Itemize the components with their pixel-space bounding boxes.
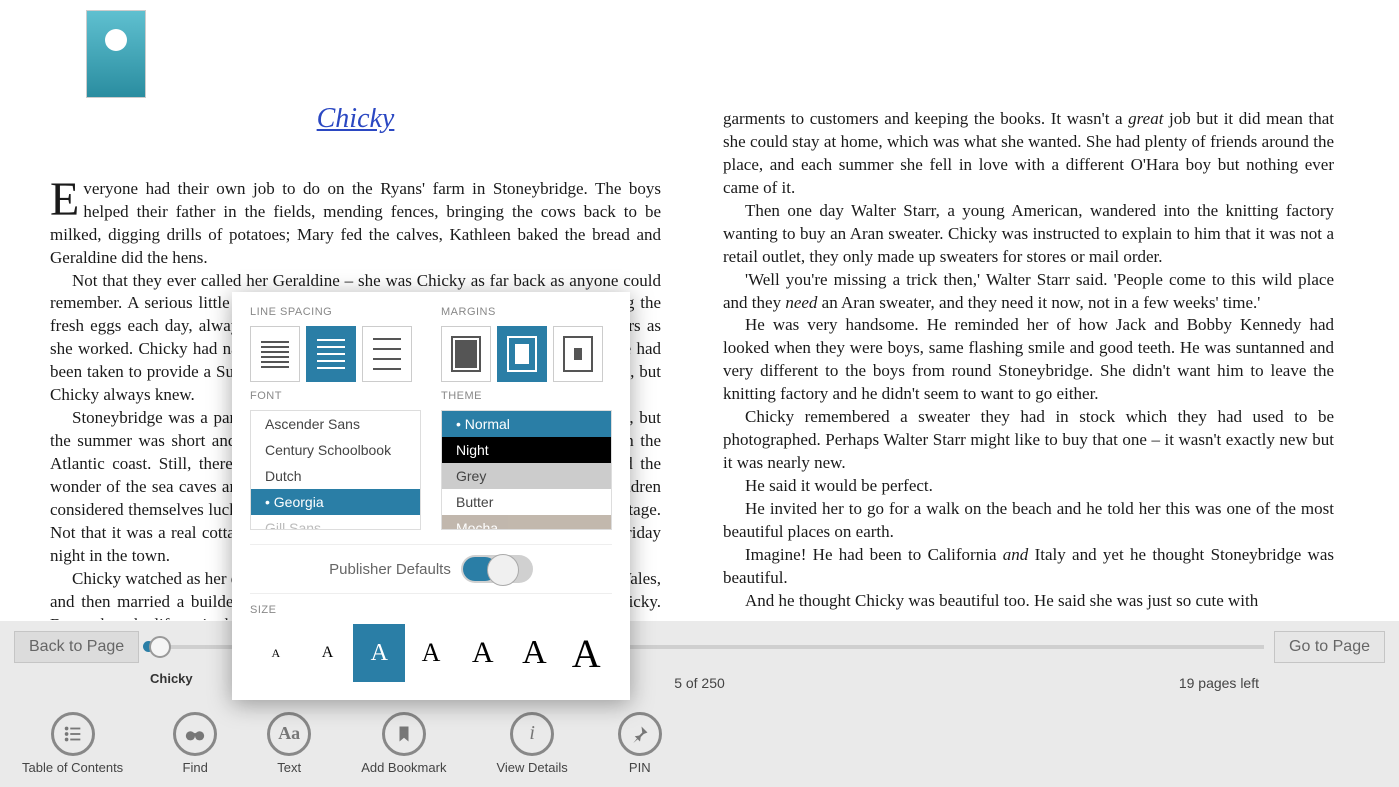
size-xs[interactable]: A [250, 624, 302, 682]
paragraph: And he thought Chicky was beautiful too.… [723, 590, 1334, 613]
margin-wide[interactable] [553, 326, 603, 382]
go-to-page-button[interactable]: Go to Page [1274, 631, 1385, 663]
size-xl[interactable]: A [457, 624, 509, 682]
bookmark-add-icon [382, 712, 426, 756]
pin-icon [618, 712, 662, 756]
theme-mocha[interactable]: Mocha [442, 515, 611, 530]
label: View Details [496, 760, 567, 775]
pin-button[interactable]: PIN [618, 712, 662, 775]
paragraph: He was very handsome. He reminded her of… [723, 314, 1334, 406]
font-option[interactable]: Century Schoolbook [251, 437, 420, 463]
back-to-page-button[interactable]: Back to Page [14, 631, 139, 663]
binoculars-icon [173, 712, 217, 756]
paragraph: Then one day Walter Starr, a young Ameri… [723, 200, 1334, 269]
line-spacing-tight[interactable] [250, 326, 300, 382]
label: Text [277, 760, 301, 775]
font-list[interactable]: Ascender Sans Century Schoolbook Dutch G… [250, 410, 421, 530]
size-l[interactable]: A [405, 624, 457, 682]
pages-left: 19 pages left [1179, 675, 1259, 691]
paragraph: He invited her to go for a walk on the b… [723, 498, 1334, 544]
font-option[interactable]: Ascender Sans [251, 411, 420, 437]
paragraph: 'Well you're missing a trick then,' Walt… [723, 270, 1334, 312]
size-xxxl[interactable]: A [560, 624, 612, 682]
find-button[interactable]: Find [173, 712, 217, 775]
theme-night[interactable]: Night [442, 437, 611, 463]
label: Add Bookmark [361, 760, 446, 775]
bottom-toolbar: Table of Contents Find Aa Text Add Bookm… [0, 699, 1399, 787]
toc-button[interactable]: Table of Contents [22, 712, 123, 775]
theme-label: THEME [441, 390, 612, 402]
size-label: SIZE [250, 604, 612, 616]
list-icon [51, 712, 95, 756]
line-spacing-normal[interactable] [306, 326, 356, 382]
label: Table of Contents [22, 760, 123, 775]
font-label: FONT [250, 390, 421, 402]
size-m-selected[interactable]: A [353, 624, 405, 682]
paragraph: veryone had their own job to do on the R… [50, 179, 661, 267]
slider-thumb[interactable] [149, 636, 171, 658]
label: PIN [629, 760, 651, 775]
paragraph: He said it would be perfect. [723, 475, 1334, 498]
line-spacing-label: LINE SPACING [250, 306, 421, 318]
margin-normal[interactable] [497, 326, 547, 382]
chapter-label: Chicky [150, 671, 193, 686]
book-cover[interactable] [86, 10, 146, 98]
view-details-button[interactable]: i View Details [496, 712, 567, 775]
add-bookmark-button[interactable]: Add Bookmark [361, 712, 446, 775]
text-settings-popup: LINE SPACING MARGINS FONT Ascender Sans … [232, 292, 630, 700]
page-counter: 5 of 250 [674, 675, 725, 691]
size-selector: A A A A A A A [250, 624, 612, 682]
chapter-title[interactable]: Chicky [50, 108, 661, 138]
text-icon: Aa [267, 712, 311, 756]
theme-grey[interactable]: Grey [442, 463, 611, 489]
info-icon: i [510, 712, 554, 756]
text-button[interactable]: Aa Text [267, 712, 311, 775]
theme-normal[interactable]: Normal [442, 411, 611, 437]
right-column: garments to customers and keeping the bo… [711, 108, 1399, 620]
margin-narrow[interactable] [441, 326, 491, 382]
font-option-selected[interactable]: Georgia [251, 489, 420, 515]
label: Find [183, 760, 208, 775]
size-s[interactable]: A [302, 624, 354, 682]
publisher-defaults-toggle[interactable] [461, 555, 533, 583]
font-option[interactable]: Dutch [251, 463, 420, 489]
margins-label: MARGINS [441, 306, 612, 318]
paragraph: Chicky remembered a sweater they had in … [723, 406, 1334, 475]
theme-butter[interactable]: Butter [442, 489, 611, 515]
theme-list[interactable]: Normal Night Grey Butter Mocha [441, 410, 612, 530]
size-xxl[interactable]: A [509, 624, 561, 682]
font-option[interactable]: Gill Sans [251, 515, 420, 530]
publisher-defaults-label: Publisher Defaults [329, 561, 451, 578]
line-spacing-loose[interactable] [362, 326, 412, 382]
paragraph: Imagine! He had been to California and I… [723, 545, 1334, 587]
progress-bar: Back to Page Go to Page Chicky 5 of 250 … [0, 621, 1399, 699]
paragraph: garments to customers and keeping the bo… [723, 109, 1334, 197]
